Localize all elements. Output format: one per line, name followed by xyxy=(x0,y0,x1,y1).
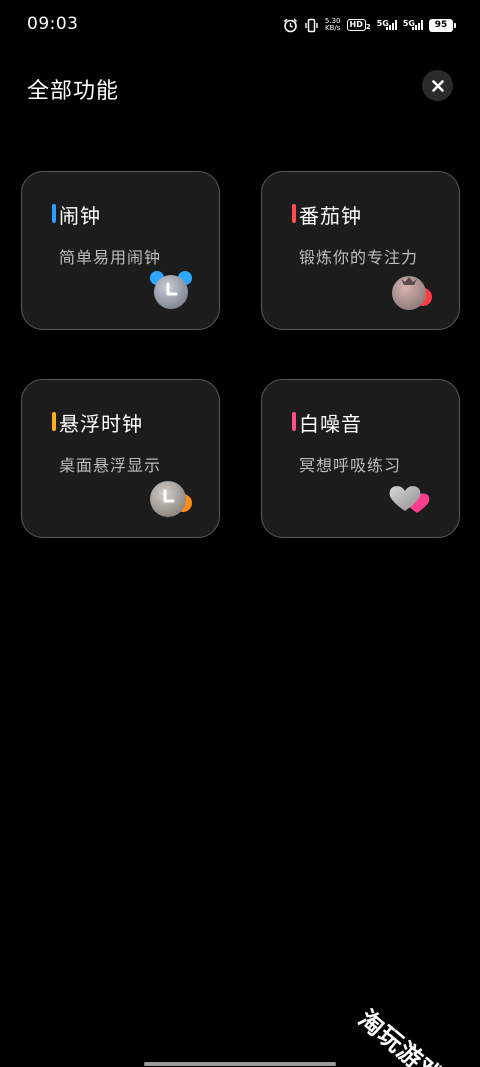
close-button[interactable] xyxy=(422,70,453,101)
network-speed-unit: KB/s xyxy=(325,24,341,32)
status-time: 09:03 xyxy=(27,14,79,34)
card-accent-bar xyxy=(52,412,56,431)
card-white-noise[interactable]: 白噪音 冥想呼吸练习 xyxy=(261,379,460,538)
signal-icon: 5G xyxy=(377,20,397,30)
battery-level: 95 xyxy=(434,20,448,30)
watermark: 淘玩游戏 xyxy=(353,1004,448,1067)
card-floating-clock[interactable]: 悬浮时钟 桌面悬浮显示 xyxy=(21,379,220,538)
floating-clock-icon xyxy=(150,481,192,517)
hd-icon: HD 2 xyxy=(346,19,371,31)
tomato-icon xyxy=(392,276,432,310)
card-accent-bar xyxy=(52,204,56,223)
hd-label: HD xyxy=(346,19,366,31)
alarm-clock-icon xyxy=(150,271,192,309)
card-title: 番茄钟 xyxy=(299,204,362,228)
card-subtitle: 冥想呼吸练习 xyxy=(299,456,402,475)
card-title: 悬浮时钟 xyxy=(59,412,143,436)
signal-icon: 5G xyxy=(403,20,423,30)
heart-icon xyxy=(389,486,430,513)
card-subtitle: 锻炼你的专注力 xyxy=(299,248,419,267)
status-bar: 09:03 5.30 KB/s HD 2 5G 5G 95 xyxy=(0,0,480,52)
card-accent-bar xyxy=(292,204,296,223)
alarm-icon xyxy=(283,18,298,33)
card-pomodoro[interactable]: 番茄钟 锻炼你的专注力 xyxy=(261,171,460,330)
status-icons: 5.30 KB/s HD 2 5G 5G 95 xyxy=(283,16,456,34)
card-subtitle: 简单易用闹钟 xyxy=(59,248,162,267)
hd-sub: 2 xyxy=(365,23,371,31)
vibrate-icon xyxy=(304,18,319,33)
network-speed: 5.30 KB/s xyxy=(325,18,341,32)
battery-icon: 95 xyxy=(429,18,456,32)
card-subtitle: 桌面悬浮显示 xyxy=(59,456,162,475)
card-title: 白噪音 xyxy=(299,412,362,436)
close-icon xyxy=(431,79,444,92)
card-title: 闹钟 xyxy=(59,204,101,228)
page-title: 全部功能 xyxy=(27,79,120,104)
card-alarm[interactable]: 闹钟 简单易用闹钟 xyxy=(21,171,220,330)
card-accent-bar xyxy=(292,412,296,431)
home-indicator[interactable] xyxy=(144,1062,336,1066)
